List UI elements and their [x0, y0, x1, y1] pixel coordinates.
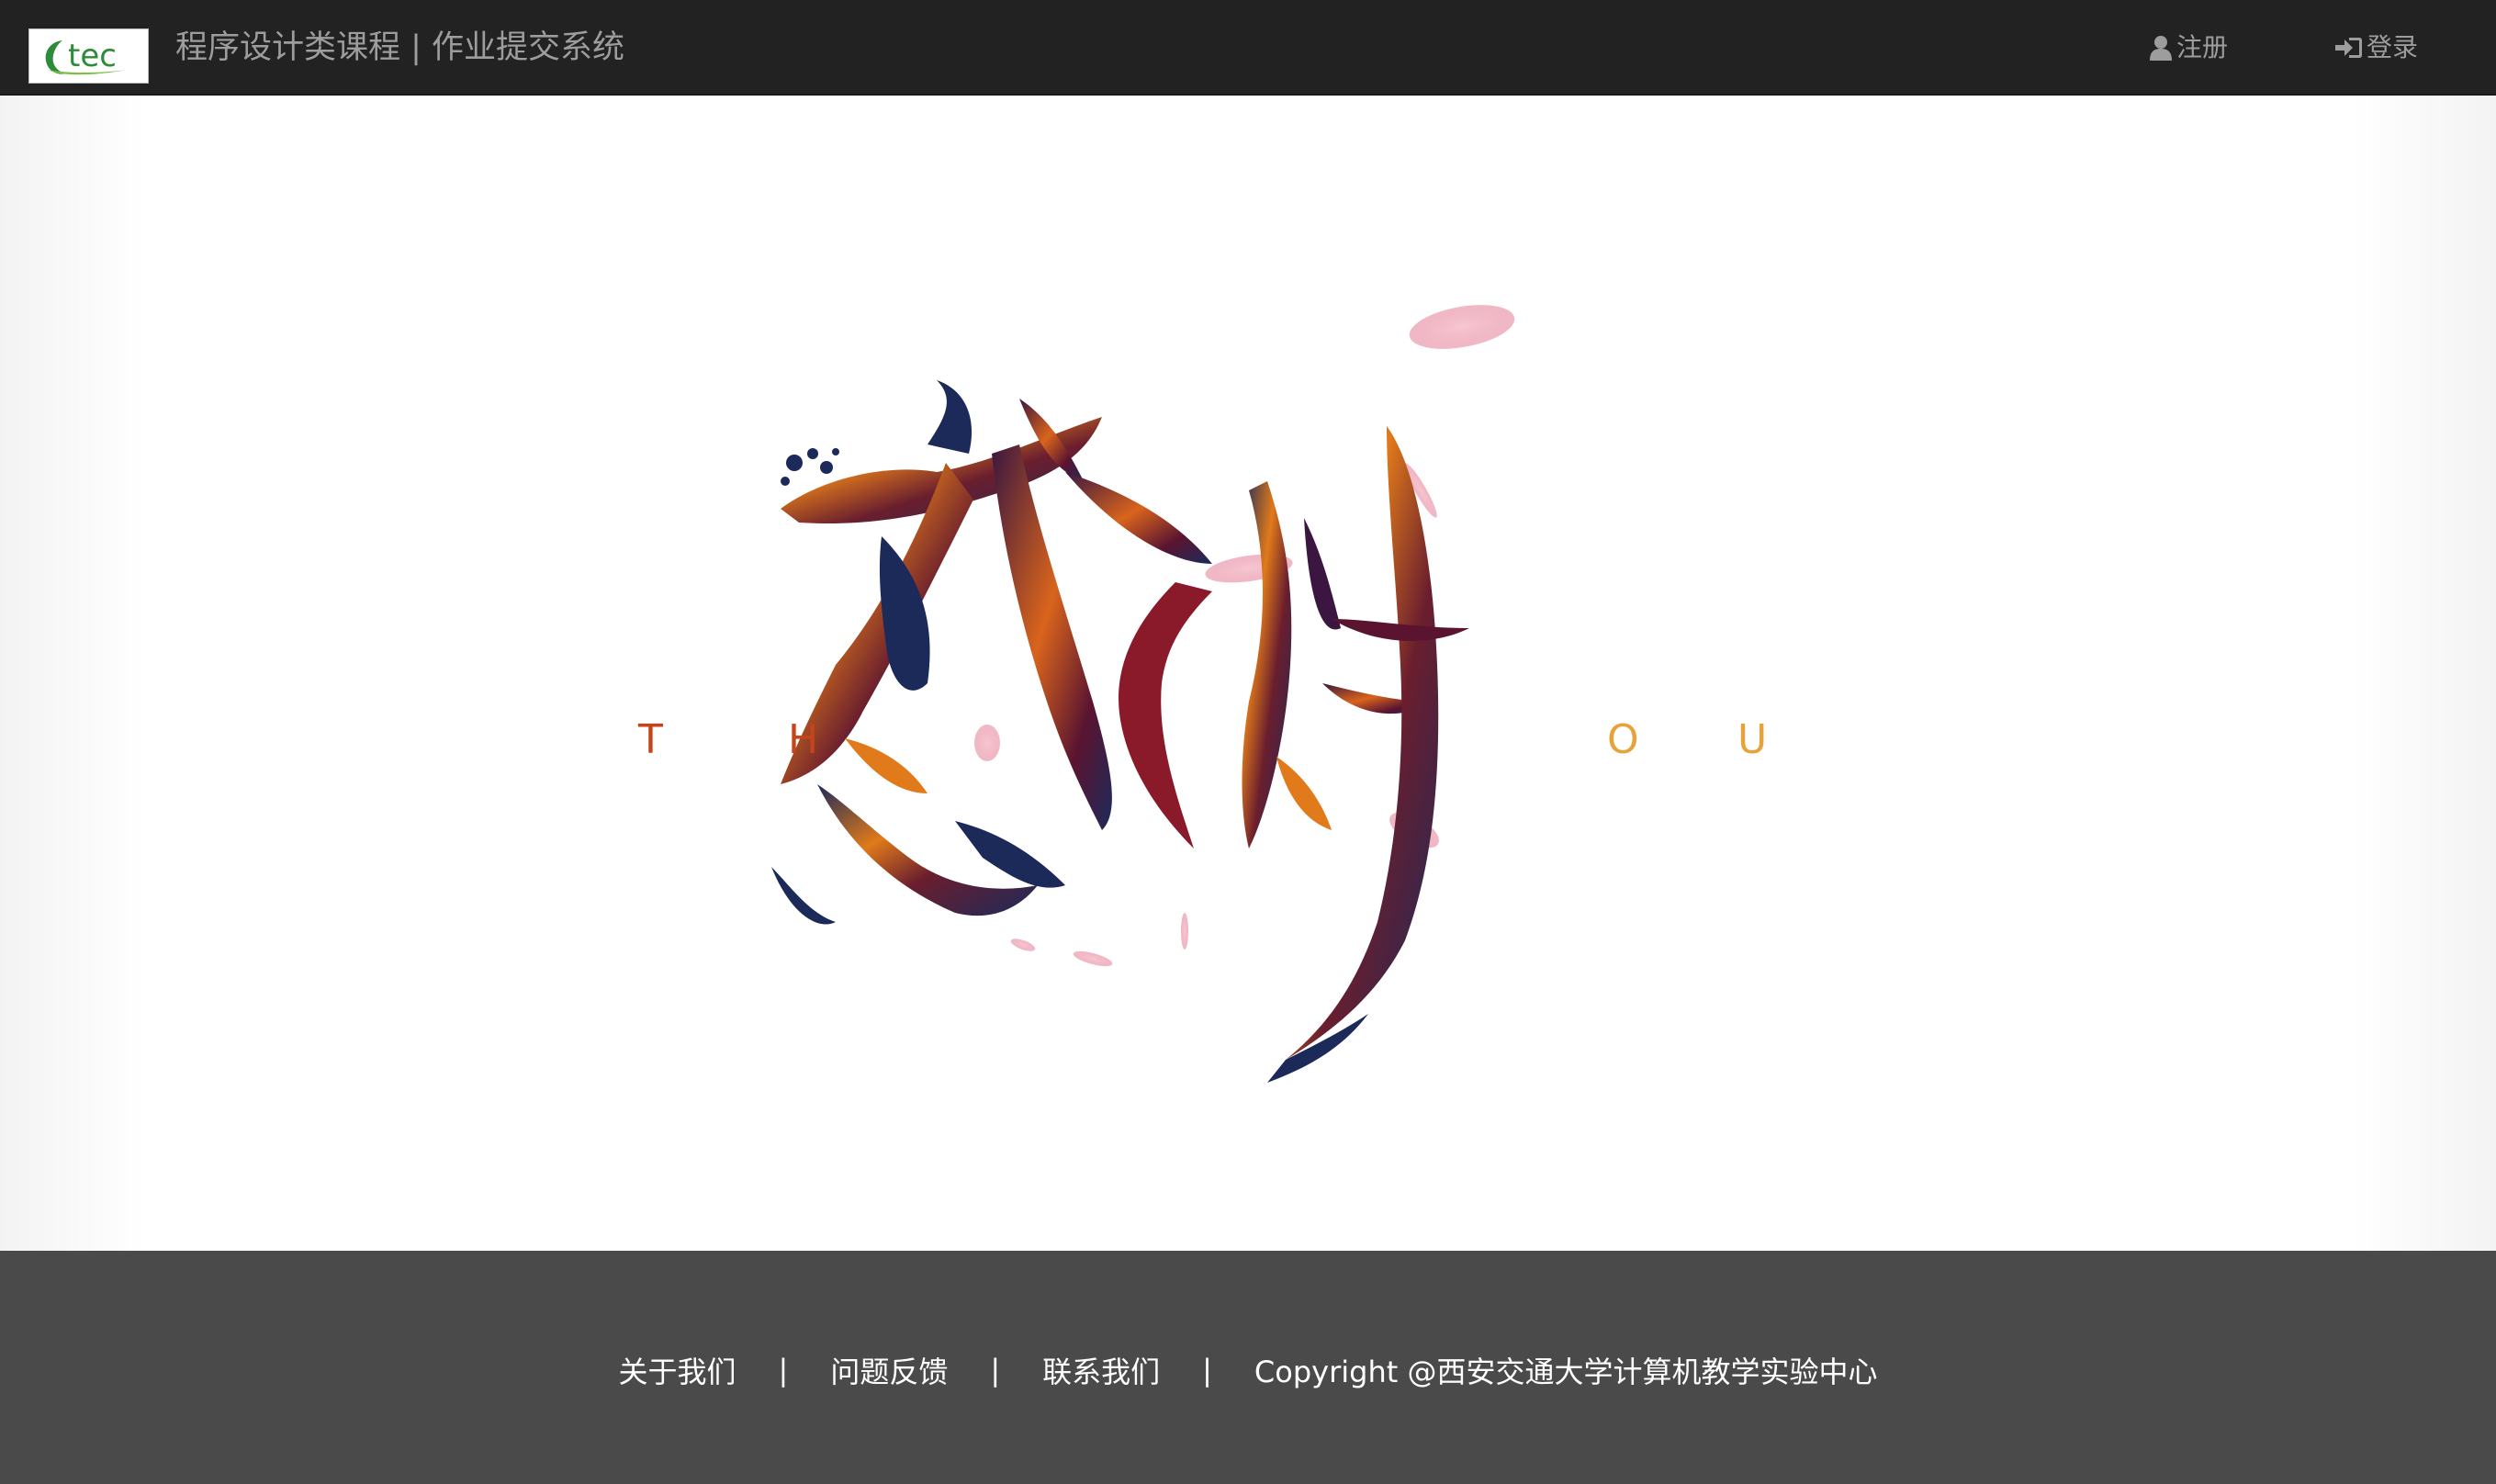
thank-letter-T: T	[637, 716, 663, 763]
petal-decoration	[1409, 305, 1515, 349]
thank-you-calligraphy-image: T H O U	[637, 305, 1767, 1083]
register-label: 注册	[2176, 32, 2229, 62]
footer-links-bar: 关于我们 | 问题反馈 | 联系我们 | Copyright @西安交通大学计算…	[0, 1338, 2496, 1402]
footer-feedback-link[interactable]: 问题反馈	[830, 1349, 948, 1391]
top-navbar: tec 程序设计类课程 | 作业提交系统 注册 登录	[0, 0, 2496, 96]
hero-banner: T H O U	[0, 96, 2496, 1251]
brand-title[interactable]: 程序设计类课程 | 作业提交系统	[175, 24, 624, 72]
footer-about-link[interactable]: 关于我们	[619, 1349, 736, 1391]
tec-logo-icon: tec	[45, 38, 127, 75]
page-footer: 关于我们 | 问题反馈 | 联系我们 | Copyright @西安交通大学计算…	[0, 1251, 2496, 1484]
footer-separator: |	[990, 1353, 1001, 1388]
site-logo[interactable]: tec	[28, 28, 149, 84]
login-label: 登录	[2367, 32, 2419, 62]
footer-copyright: Copyright @西安交通大学计算机教学实验中心	[1254, 1355, 1878, 1389]
footer-separator: |	[778, 1353, 789, 1388]
svg-text:H: H	[788, 716, 818, 763]
user-icon	[2150, 36, 2172, 61]
footer-contact-link[interactable]: 联系我们	[1042, 1349, 1160, 1391]
app-root: tec 程序设计类课程 | 作业提交系统 注册 登录 T H O U 关于我们 …	[0, 0, 2496, 1484]
register-link[interactable]: 注册	[2149, 28, 2228, 68]
footer-separator: |	[1202, 1353, 1212, 1388]
svg-text:O: O	[1607, 716, 1639, 763]
svg-text:U: U	[1737, 716, 1767, 763]
login-icon	[2335, 38, 2362, 58]
login-link[interactable]: 登录	[2335, 28, 2418, 68]
logo-text: tec	[68, 38, 117, 74]
